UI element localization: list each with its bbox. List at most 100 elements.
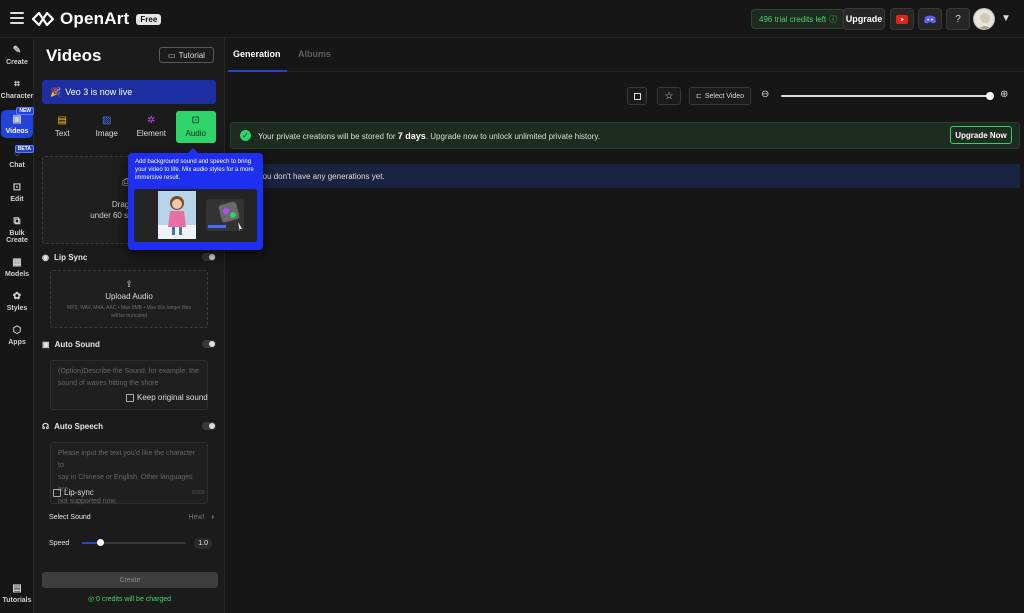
auto-sound-toggle[interactable]	[202, 340, 216, 348]
tab-label: Image	[95, 129, 118, 138]
char-count: 0/300	[192, 490, 205, 496]
bulk-create-icon: ⧉	[13, 216, 21, 227]
upgrade-now-button[interactable]: Upgrade Now	[950, 126, 1012, 144]
avatar[interactable]	[973, 8, 995, 30]
upgrade-button[interactable]: Upgrade	[843, 8, 885, 30]
select-video-label: Select Video	[704, 92, 745, 100]
rail-item-bulk-create[interactable]: ⧉ Bulk Create	[1, 216, 33, 244]
tab-audio[interactable]: ⊡ Audio	[175, 111, 216, 143]
tab-albums[interactable]: Albums	[298, 49, 331, 59]
credits-charge-note: ◎ 0 credits will be charged	[34, 595, 225, 603]
notice-post: . Upgrade now to unlock unlimited privat…	[425, 131, 600, 141]
select-sound-row[interactable]: Select Sound Hewl ›	[42, 510, 216, 524]
main-tabs: Generation Albums	[225, 38, 1024, 72]
zoom-slider-knob[interactable]	[986, 92, 994, 100]
upload-audio-label: Upload Audio	[105, 292, 153, 301]
speech-placeholder-3: not supported now.	[58, 498, 118, 505]
tab-text[interactable]: ▤ Text	[42, 111, 83, 143]
rail-item-character[interactable]: ⌗ Character	[0, 79, 34, 100]
help-icon: ?	[955, 13, 961, 25]
veo-banner[interactable]: 🎉 Veo 3 is now live	[42, 80, 216, 104]
rail-label: Edit	[10, 196, 24, 203]
credits-badge[interactable]: 496 trial credits left ⓘ	[751, 9, 846, 29]
tooltip-preview-image	[134, 189, 257, 242]
play-icon: ▭	[168, 50, 176, 60]
tooltip-text: Add background sound and speech to bring…	[135, 159, 254, 181]
rail-label: Models	[4, 271, 30, 278]
tutorial-button[interactable]: ▭ Tutorial	[159, 47, 214, 63]
panel-title: Videos	[46, 46, 102, 65]
rail-item-edit[interactable]: ⊡ Edit	[1, 182, 33, 203]
charge-note-text: 0 credits will be charged	[95, 596, 172, 603]
new-badge: NEW	[16, 107, 34, 115]
auto-sound-input[interactable]: (Option)Describe the Sound, for example:…	[50, 360, 208, 410]
upload-audio-zone[interactable]: ⇪ Upload Audio MP3, WAV, M4A, AAC • Max …	[50, 270, 208, 328]
openart-logo-icon	[31, 11, 55, 27]
rail-item-create[interactable]: ✎ Create	[1, 45, 33, 66]
zoom-slider[interactable]	[781, 95, 991, 97]
rail-label: Create	[6, 59, 28, 66]
speed-row: Speed 1.0	[42, 536, 216, 550]
character-icon: ⌗	[14, 79, 20, 90]
rail-item-models[interactable]: ▦ Models	[1, 257, 33, 278]
lip-sync-toggle[interactable]	[202, 253, 216, 261]
element-icon: ✲	[147, 115, 156, 126]
speed-slider[interactable]	[82, 539, 186, 546]
tooltip-arrow	[188, 148, 198, 153]
discord-button[interactable]	[918, 8, 942, 30]
preview-illustration	[134, 189, 257, 242]
help-button[interactable]: ?	[946, 8, 970, 30]
tab-image[interactable]: ▨ Image	[87, 111, 128, 143]
party-icon: 🎉	[50, 86, 62, 97]
speech-icon: ☊	[42, 421, 50, 431]
tab-label: Element	[136, 129, 166, 138]
rail-item-chat[interactable]: BETA ◌ Chat	[1, 145, 34, 169]
keep-original-label: Keep original sound	[137, 393, 208, 402]
square-icon	[633, 92, 641, 100]
coin-icon: ◎	[87, 596, 95, 603]
zoom-in-icon[interactable]: ⊕	[1000, 89, 1008, 100]
select-all-button[interactable]	[627, 87, 647, 105]
rail-item-tutorials[interactable]: ▤ Tutorials	[1, 583, 33, 604]
rail-label: Character	[0, 93, 34, 100]
tab-generation[interactable]: Generation	[233, 49, 281, 59]
mode-tabs: ▤ Text ▨ Image ✲ Element ⊡ Audio	[42, 111, 216, 143]
videos-icon: ▣	[12, 114, 22, 125]
speed-label: Speed	[49, 539, 70, 547]
speed-slider-knob[interactable]	[97, 539, 104, 546]
auto-sound-label: Auto Sound	[54, 339, 100, 349]
beta-badge: BETA	[14, 145, 34, 153]
tab-element[interactable]: ✲ Element	[131, 111, 172, 143]
lip-sync-checkbox[interactable]: Lip-sync	[53, 488, 94, 497]
empty-state: You don't have any generations yet.	[230, 164, 1020, 188]
rail-item-styles[interactable]: ✿ Styles	[1, 291, 33, 312]
create-button[interactable]: Create	[42, 572, 218, 588]
auto-speech-toggle[interactable]	[202, 422, 216, 430]
edit-icon: ⊡	[12, 182, 22, 193]
select-sound-value: Hewl	[188, 513, 204, 521]
info-icon: ⓘ	[829, 14, 838, 24]
tutorials-icon: ▤	[12, 583, 22, 594]
lip-sync-row: ◉ Lip Sync	[42, 250, 216, 264]
youtube-icon	[896, 14, 908, 24]
auto-speech-label: Auto Speech	[54, 421, 104, 431]
banner-text: Veo 3 is now live	[65, 87, 133, 97]
auto-speech-row: ☊ Auto Speech	[42, 419, 216, 433]
upload-audio-hint-2: will be truncated	[110, 313, 148, 319]
auto-sound-row: ▣ Auto Sound	[42, 337, 216, 351]
empty-state-text: You don't have any generations yet.	[258, 171, 385, 181]
notice-pre: Your private creations will be stored fo…	[258, 131, 396, 141]
favorite-button[interactable]: ☆	[657, 87, 681, 105]
zoom-out-icon[interactable]: ⊖	[761, 89, 769, 100]
chevron-down-icon[interactable]: ▼	[1001, 13, 1011, 24]
youtube-button[interactable]	[890, 8, 914, 30]
rail-item-apps[interactable]: ⬡ Apps	[1, 325, 33, 346]
select-icon: ⊏	[695, 93, 702, 100]
styles-icon: ✿	[12, 291, 22, 302]
rail-item-videos[interactable]: NEW ▣ Videos	[1, 107, 34, 138]
logo[interactable]: OpenArt Free	[30, 9, 162, 29]
menu-icon[interactable]	[10, 12, 24, 24]
keep-original-checkbox[interactable]: Keep original sound	[126, 393, 208, 402]
videos-panel: Videos ▭ Tutorial 🎉 Veo 3 is now live ▤ …	[34, 38, 225, 613]
select-video-button[interactable]: ⊏ Select Video	[689, 87, 751, 105]
